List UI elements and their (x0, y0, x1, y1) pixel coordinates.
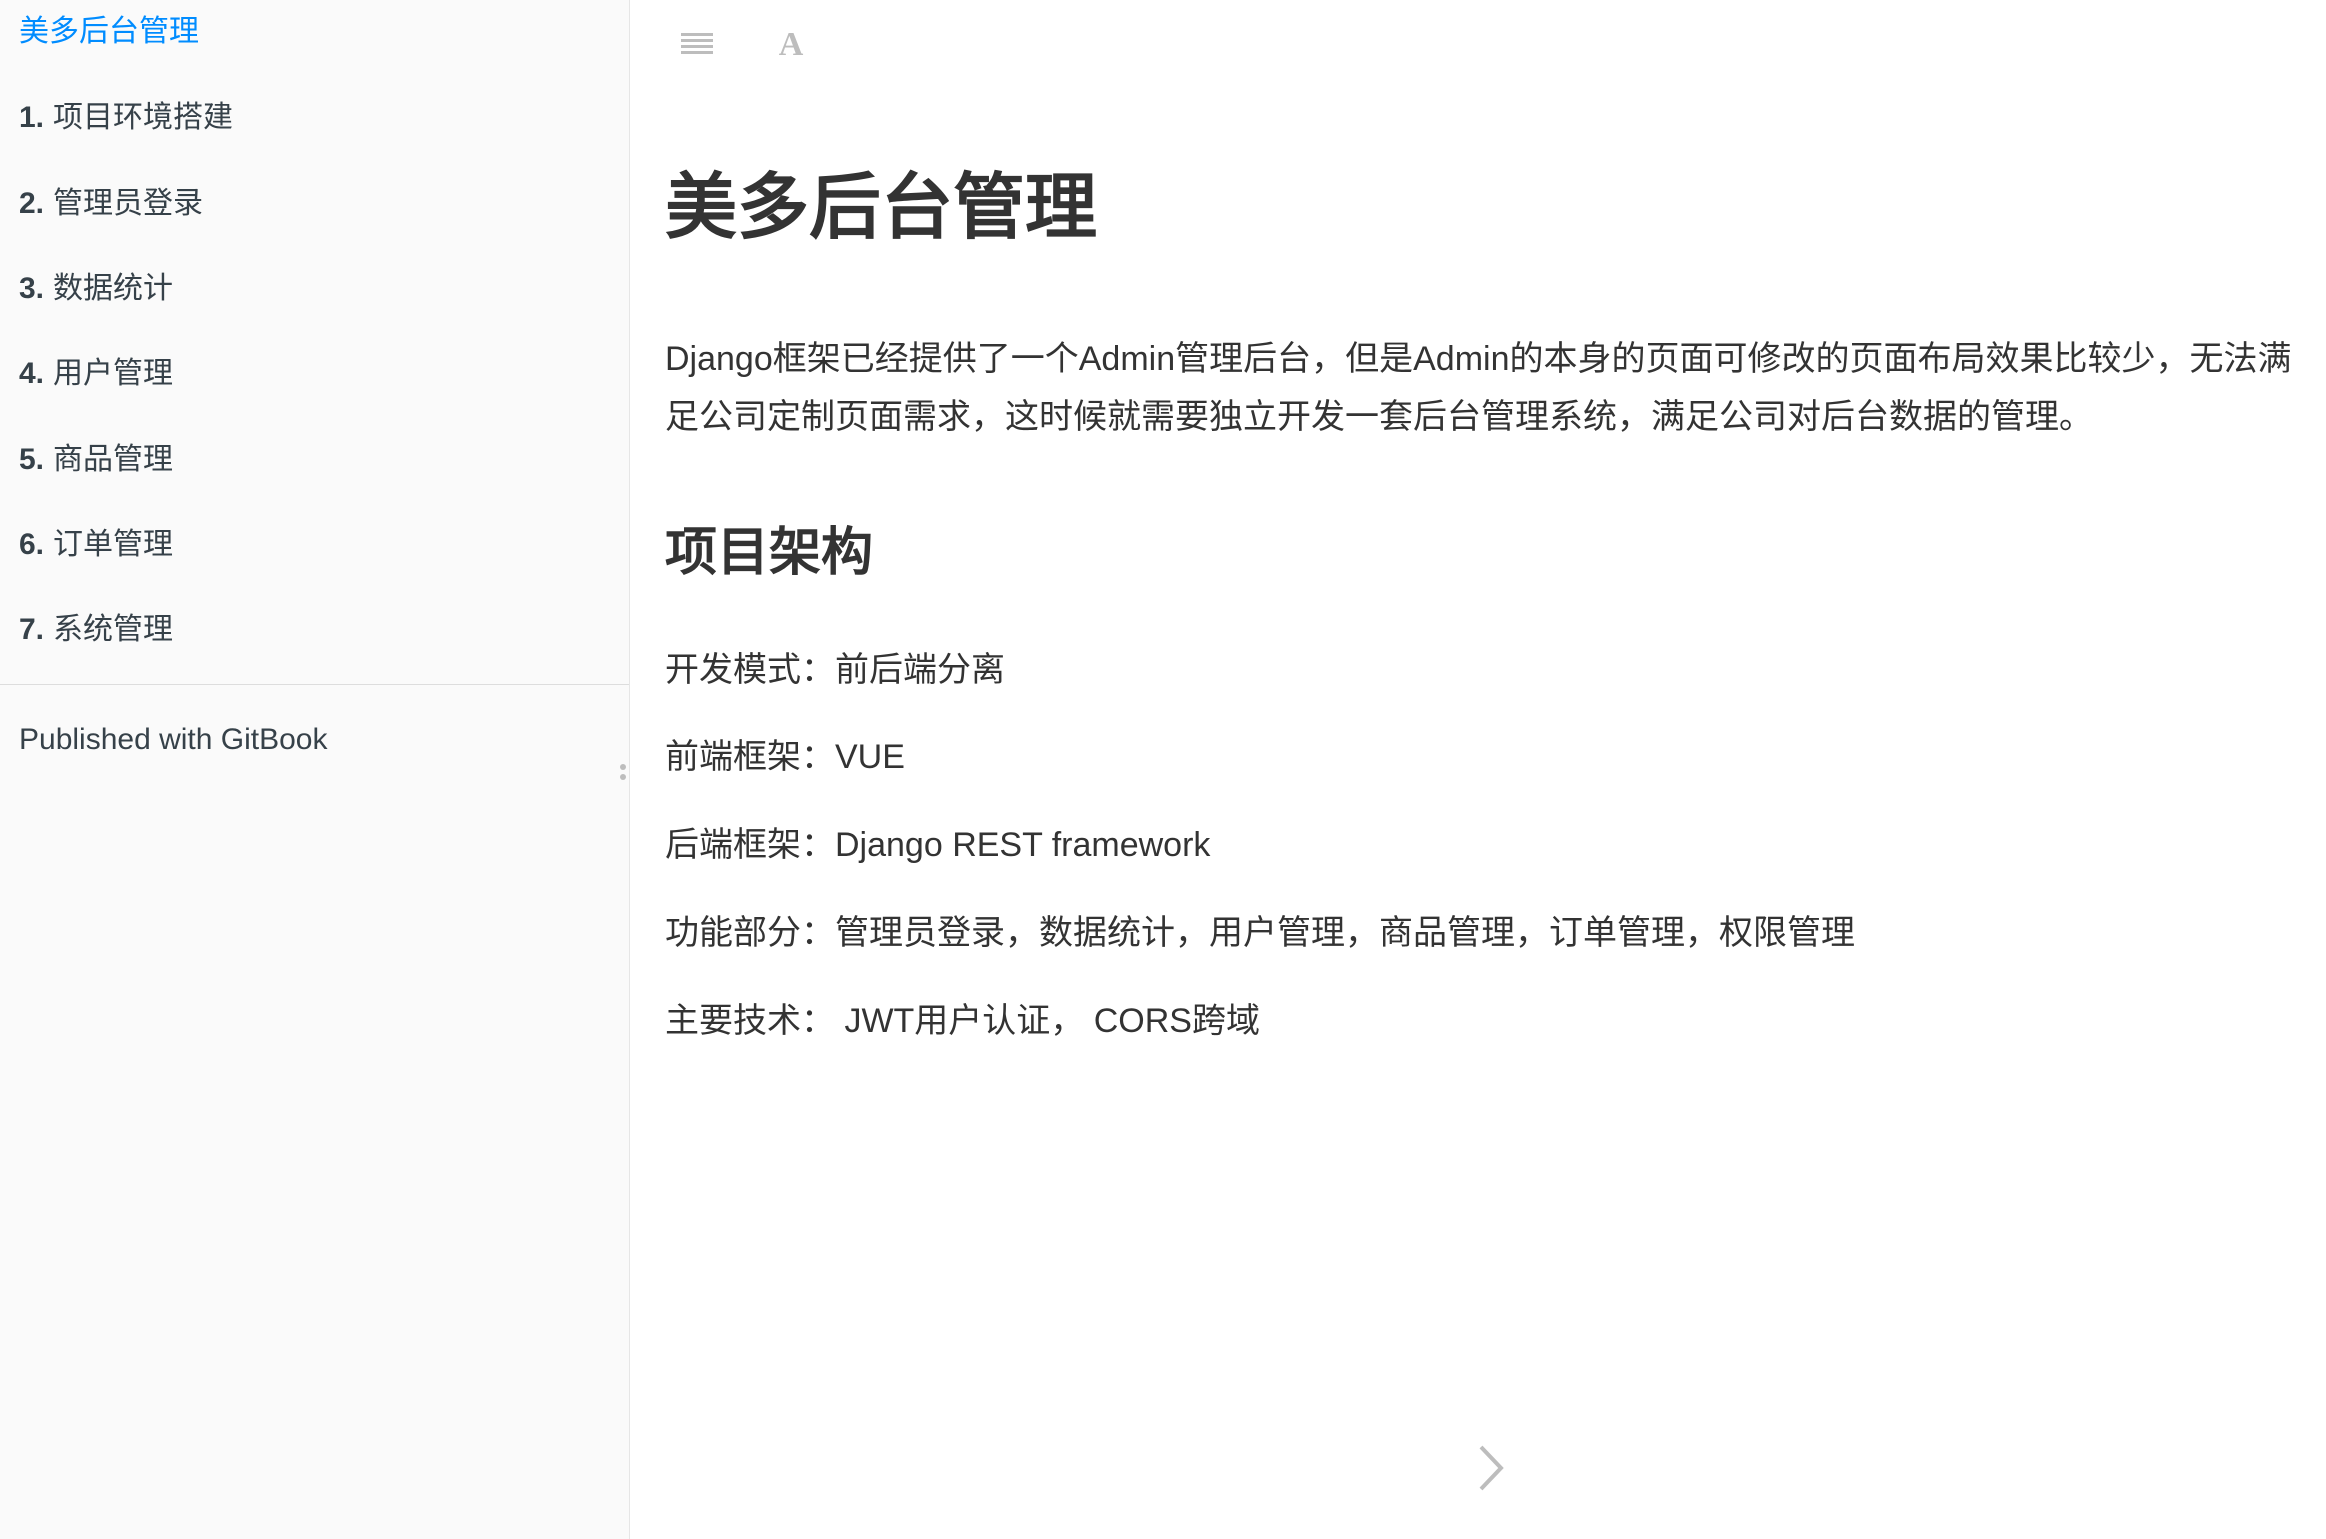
spec-dev-mode: 开发模式：前后端分离 (665, 651, 1005, 689)
sidebar-item-number: 6. (19, 528, 45, 561)
font-settings-button[interactable]: A (766, 20, 816, 70)
sidebar: 美多后台管理 1. 项目环境搭建 2. 管理员登录 3. 数据统计 4. 用户管理 5.… (0, 0, 630, 1539)
sidebar-item-label: 管理员登录 (53, 187, 204, 220)
spec-tech: 主要技术： JWT用户认证， CORS跨域 (665, 1002, 1260, 1040)
sidebar-item-label: 订单管理 (53, 528, 174, 561)
sidebar-item-number: 5. (19, 443, 45, 476)
grip-dot (620, 774, 626, 780)
sidebar-item-label: 数据统计 (53, 272, 174, 305)
sidebar-item-admin-login[interactable]: 2. 管理员登录 (19, 184, 203, 224)
sidebar-item-order-management[interactable]: 6. 订单管理 (19, 525, 173, 565)
sidebar-item-label: 用户管理 (53, 357, 174, 390)
sidebar-item-statistics[interactable]: 3. 数据统计 (19, 269, 173, 309)
sidebar-item-number: 7. (19, 613, 45, 646)
sidebar-item-number: 2. (19, 187, 45, 220)
grip-dot (620, 764, 626, 770)
toggle-sidebar-button[interactable] (672, 20, 722, 70)
intro-paragraph: Django框架已经提供了一个Admin管理后台，但是Admin的本身的页面可修… (665, 340, 2292, 436)
font-settings-icon: A (778, 26, 804, 63)
sidebar-item-number: 4. (19, 357, 45, 390)
sidebar-item-label: 商品管理 (53, 443, 174, 476)
spec-backend: 后端框架：Django REST framework (665, 826, 1211, 864)
next-page-button[interactable] (1465, 1440, 1515, 1500)
spec-frontend: 前端框架：VUE (665, 738, 905, 776)
sidebar-item-label: 美多后台管理 (19, 15, 199, 48)
sidebar-item-label: 项目环境搭建 (53, 101, 234, 134)
hamburger-menu-icon (681, 31, 713, 60)
chevron-right-icon (1475, 1443, 1505, 1498)
page-title: 美多后台管理 (665, 168, 1098, 248)
sidebar-item-label: 系统管理 (53, 613, 174, 646)
published-with-gitbook-link[interactable]: Published with GitBook (19, 720, 328, 760)
sidebar-item-goods-management[interactable]: 5. 商品管理 (19, 440, 173, 480)
section-heading: 项目架构 (665, 524, 874, 582)
sidebar-item-system-management[interactable]: 7. 系统管理 (19, 610, 173, 650)
sidebar-item-environment-setup[interactable]: 1. 项目环境搭建 (19, 98, 233, 138)
sidebar-item-user-management[interactable]: 4. 用户管理 (19, 354, 173, 394)
sidebar-item-number: 1. (19, 101, 45, 134)
sidebar-item-home[interactable]: 美多后台管理 (19, 12, 199, 52)
sidebar-divider (0, 684, 629, 685)
sidebar-item-number: 3. (19, 272, 45, 305)
spec-features: 功能部分：管理员登录，数据统计，用户管理，商品管理，订单管理，权限管理 (665, 914, 1855, 952)
sidebar-resize-handle[interactable] (620, 764, 626, 790)
